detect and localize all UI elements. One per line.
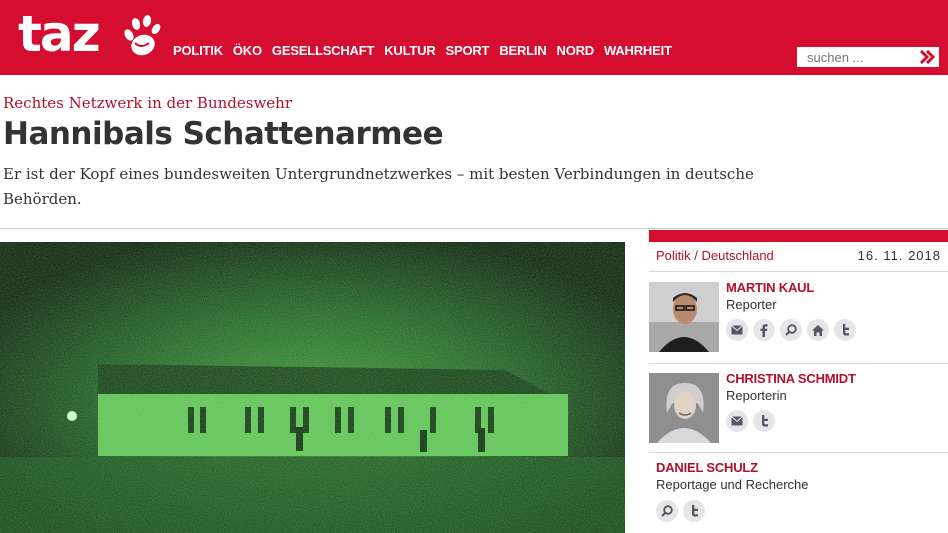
nav-item-berlin[interactable]: BERLIN <box>499 43 546 59</box>
search-box <box>797 47 939 67</box>
nav-item-politik[interactable]: POLITIK <box>173 43 223 59</box>
divider <box>0 228 948 229</box>
author-links <box>656 500 705 522</box>
main-nav: POLITIK ÖKO GESELLSCHAFT KULTUR SPORT BE… <box>173 43 682 59</box>
nav-item-sport[interactable]: SPORT <box>446 43 490 59</box>
author-role: Reporterin <box>726 388 787 403</box>
mail-icon[interactable] <box>726 319 748 341</box>
nav-item-oeko[interactable]: ÖKO <box>233 43 262 59</box>
mail-icon[interactable] <box>726 410 748 432</box>
divider <box>649 452 948 453</box>
article-title: Hannibals Schattenarmee <box>3 116 444 152</box>
divider <box>649 363 948 364</box>
author-links <box>726 319 856 341</box>
night-vision-image <box>0 242 625 533</box>
site-header: taz POLITIK ÖKO GESELLSCHAFT KULTUR SPOR… <box>0 0 948 75</box>
author-links <box>726 410 775 432</box>
nav-item-nord[interactable]: NORD <box>557 43 595 59</box>
article-photo[interactable] <box>0 242 625 533</box>
author-name[interactable]: DANIEL SCHULZ <box>656 460 758 475</box>
author-card: MARTIN KAUL Reporter <box>649 280 948 362</box>
twitter-icon[interactable] <box>683 500 705 522</box>
nav-item-kultur[interactable]: KULTUR <box>384 43 435 59</box>
author-photo[interactable] <box>649 282 719 352</box>
logo-text: taz <box>18 5 101 63</box>
paw-icon <box>124 15 161 56</box>
twitter-icon[interactable] <box>753 410 775 432</box>
double-chevron-right-icon[interactable] <box>915 47 939 67</box>
sidebar-accent-bar <box>649 230 948 242</box>
twitter-icon[interactable] <box>834 319 856 341</box>
article-sidebar: Politik / Deutschland 16. 11. 2018 MARTI… <box>649 230 948 533</box>
search-icon[interactable] <box>780 319 802 341</box>
facebook-icon[interactable] <box>753 319 775 341</box>
author-photo[interactable] <box>649 373 719 443</box>
author-role: Reportage und Recherche <box>656 477 809 492</box>
author-card: CHRISTINA SCHMIDT Reporterin <box>649 371 948 445</box>
divider <box>649 271 948 272</box>
nav-item-gesellschaft[interactable]: GESELLSCHAFT <box>272 43 375 59</box>
search-icon[interactable] <box>656 500 678 522</box>
article-kicker: Rechtes Netzwerk in der Bundeswehr <box>3 94 292 112</box>
author-name[interactable]: MARTIN KAUL <box>726 280 814 295</box>
nav-item-wahrheit[interactable]: WAHRHEIT <box>604 43 672 59</box>
search-input[interactable] <box>797 47 915 67</box>
author-name[interactable]: CHRISTINA SCHMIDT <box>726 371 856 386</box>
publish-date: 16. 11. 2018 <box>857 248 941 263</box>
home-icon[interactable] <box>807 319 829 341</box>
article-lead: Er ist der Kopf eines bundesweiten Unter… <box>3 165 754 208</box>
author-role: Reporter <box>726 297 777 312</box>
author-card: DANIEL SCHULZ Reportage und Recherche <box>649 460 948 532</box>
